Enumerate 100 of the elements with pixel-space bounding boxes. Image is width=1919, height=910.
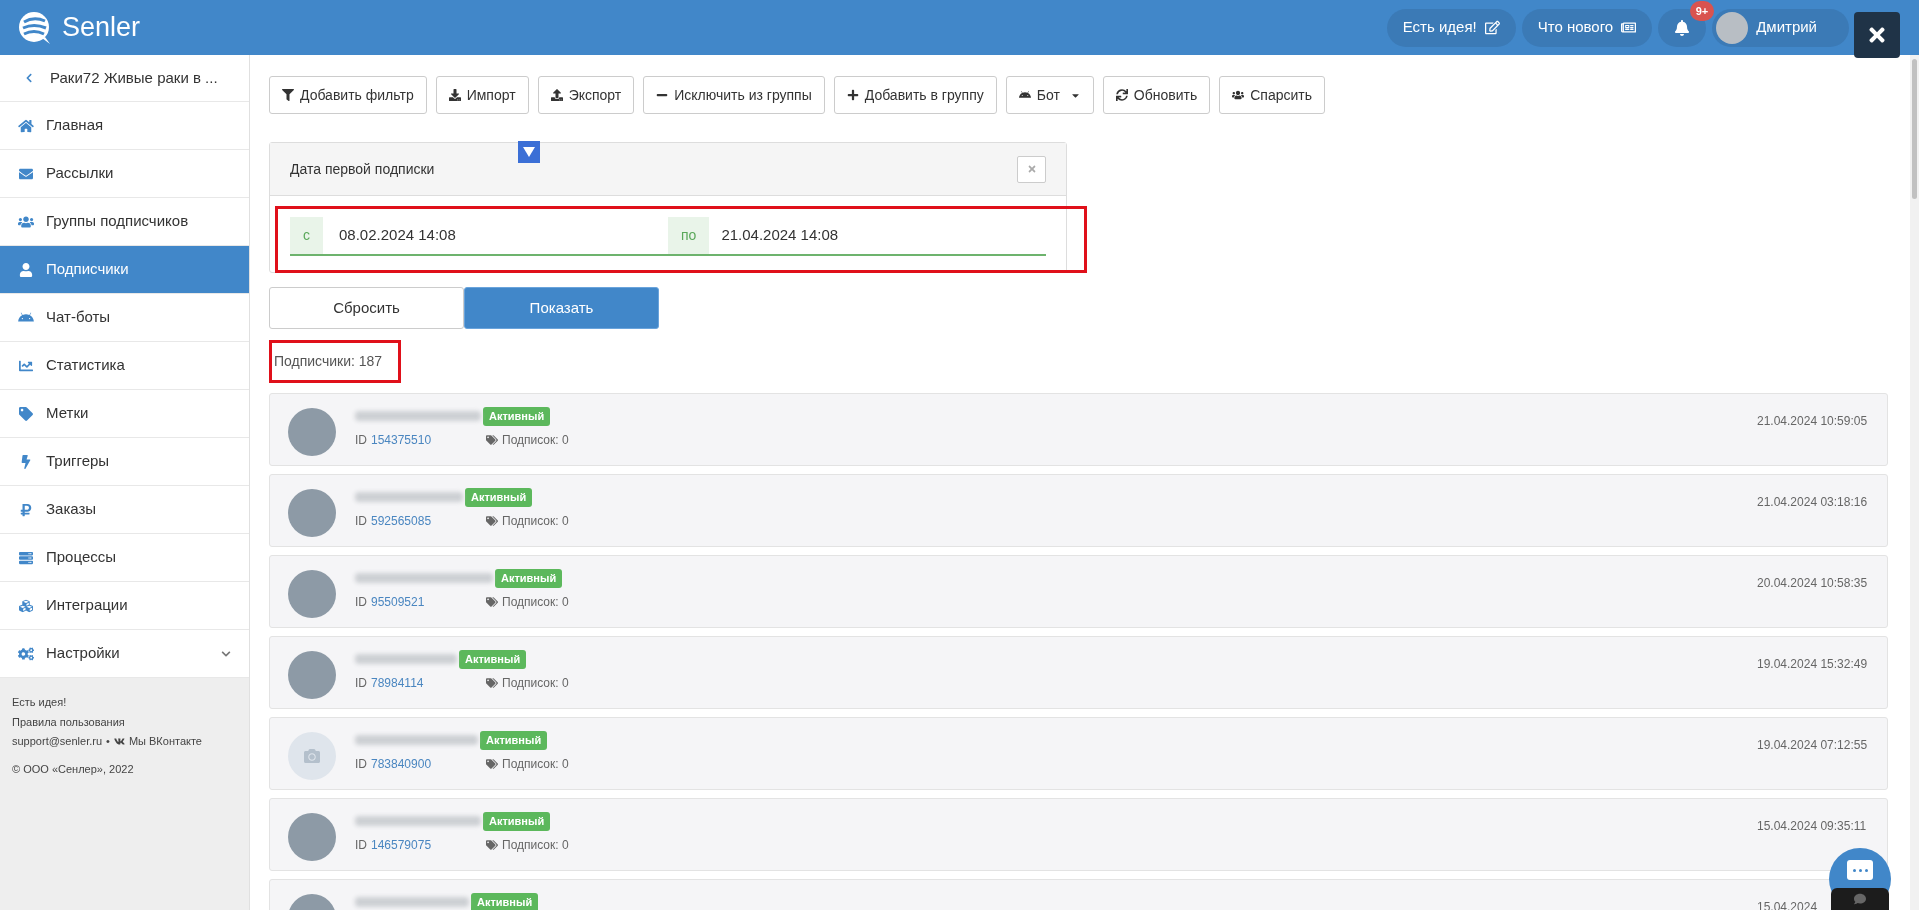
vk-icon <box>113 735 125 747</box>
subscriber-card[interactable]: Активный ID 592565085 Подписок: 0 21.04.2024 03:18:16 <box>269 474 1888 547</box>
to-prefix: по <box>668 217 710 254</box>
header-pill-button[interactable]: Что нового <box>1521 8 1653 47</box>
sidebar-item[interactable]: Заказы <box>0 486 249 534</box>
idea-link[interactable]: Есть идея! <box>12 694 237 711</box>
back-link[interactable]: Раки72 Живые раки в ... <box>0 55 249 102</box>
user-menu-button[interactable]: Дмитрий <box>1712 8 1849 47</box>
filter-title: Дата первой подписки <box>290 159 435 179</box>
sidebar-item[interactable]: Рассылки <box>0 150 249 198</box>
close-icon <box>1026 164 1037 174</box>
sidebar-item[interactable]: Процессы <box>0 534 249 582</box>
ruble-icon <box>18 502 34 517</box>
subscriptions-count: Подписок: 0 <box>502 755 569 773</box>
subscriber-card[interactable]: Активный ID 783840900 Подписок: 0 19.04.2024 07:12:55 <box>269 717 1888 790</box>
user-avatar <box>1716 11 1749 44</box>
subscriber-card[interactable]: Активный ID 78984114 Подписок: 0 19.04.2024 15:32:49 <box>269 636 1888 709</box>
id-link[interactable]: 146579075 <box>371 835 486 854</box>
toolbar-button[interactable]: Добавить в группу <box>833 76 997 114</box>
cubes-icon <box>18 598 34 613</box>
sidebar-item[interactable]: Метки <box>0 390 249 438</box>
chart-icon <box>18 358 34 373</box>
subscriptions-count: Подписок: 0 <box>502 593 569 611</box>
action-button[interactable]: Сбросить <box>269 287 464 329</box>
chevron-left-icon <box>24 73 34 83</box>
date-to-field[interactable]: по 21.04.2024 14:08 <box>668 217 1046 254</box>
status-badge: Активный <box>471 893 539 910</box>
toolbar-button[interactable]: Экспорт <box>537 76 635 114</box>
subscriptions-count: Подписок: 0 <box>502 431 569 449</box>
caret-down-icon[interactable] <box>518 141 540 163</box>
settings-icon <box>18 646 34 661</box>
sidebar-item[interactable]: Подписчики <box>0 246 249 294</box>
subscription-date: 20.04.2024 10:58:35 <box>1757 576 1868 590</box>
notifications-button[interactable] <box>1658 8 1707 47</box>
sidebar-item[interactable]: Группы подписчиков <box>0 198 249 246</box>
subscription-date: 21.04.2024 03:18:16 <box>1757 495 1868 509</box>
toolbar-button[interactable]: Бот <box>1005 76 1094 114</box>
header-pill-button[interactable]: Есть идея! <box>1386 8 1516 47</box>
id-link[interactable]: 78984114 <box>371 673 486 692</box>
id-label: ID <box>355 836 367 854</box>
subscriptions-count: Подписок: 0 <box>502 512 569 530</box>
sidebar-item[interactable]: Статистика <box>0 342 249 390</box>
subscription-date: 15.04.2024 09:35:11 <box>1757 819 1867 833</box>
edit-icon <box>1484 20 1500 35</box>
status-badge: Активный <box>465 488 533 507</box>
sidebar-item[interactable]: Чат-боты <box>0 294 249 342</box>
sidebar-item[interactable]: Главная <box>0 102 249 150</box>
id-link[interactable]: 95509521 <box>371 592 486 611</box>
copyright-text: © ООО «Сенлер», 2022 <box>12 761 135 777</box>
notification-badge: 9+ <box>1689 0 1715 21</box>
vk-link[interactable]: Мы ВКонтакте <box>128 733 202 750</box>
toolbar-button[interactable]: Добавить фильтр <box>269 76 427 114</box>
subscriber-card[interactable]: Активный ID 95509521 Подписок: 0 20.04.2024 10:58:35 <box>269 555 1888 628</box>
id-link[interactable]: 783840900 <box>371 754 486 773</box>
subscriber-card[interactable]: Активный ID 146579075 Подписок: 0 15.04.2024 09:35:11 <box>269 798 1888 871</box>
toolbar-button[interactable]: Спарсить <box>1219 76 1325 114</box>
user-icon <box>18 262 34 277</box>
rules-link[interactable]: Правила пользования <box>12 713 237 730</box>
home-icon <box>18 118 34 133</box>
chat-widget-overlay[interactable] <box>1829 848 1891 910</box>
to-value: 21.04.2024 14:08 <box>721 225 839 246</box>
subscription-date: 19.04.2024 07:12:55 <box>1757 738 1868 752</box>
toolbar-button[interactable]: Исключить из группы <box>643 76 825 114</box>
action-button[interactable]: Показать <box>464 287 659 329</box>
from-value: 08.02.2024 14:08 <box>339 225 456 246</box>
toolbar-button[interactable]: Обновить <box>1102 76 1211 114</box>
status-badge: Активный <box>459 650 527 669</box>
id-label: ID <box>355 755 367 773</box>
status-badge: Активный <box>483 407 551 426</box>
users-icon <box>1232 89 1245 101</box>
subscription-date: 19.04.2024 15:32:49 <box>1757 657 1868 671</box>
tags-icon <box>486 514 498 527</box>
chat-bubble-icon <box>1847 860 1873 880</box>
id-label: ID <box>355 674 367 692</box>
id-label: ID <box>355 512 367 530</box>
status-badge: Активный <box>480 731 548 750</box>
subscriber-card[interactable]: Активный ID 154375510 Подписок: 0 21.04.2024 10:59:05 <box>269 393 1888 466</box>
logo-text: Senler <box>62 11 141 45</box>
date-from-field[interactable]: с 08.02.2024 14:08 <box>290 217 668 254</box>
tags-icon <box>486 433 498 446</box>
id-link[interactable]: 592565085 <box>371 511 486 530</box>
sidebar-item[interactable]: Интеграции <box>0 582 249 630</box>
upload-icon <box>550 89 563 101</box>
users-icon <box>18 214 34 229</box>
scrollbar-thumb[interactable] <box>1912 59 1917 199</box>
id-label: ID <box>355 593 367 611</box>
subscription-date: 21.04.2024 10:59:05 <box>1757 414 1868 428</box>
id-link[interactable]: 154375510 <box>371 430 486 449</box>
close-button[interactable] <box>1854 12 1900 58</box>
chevron-down-icon <box>221 648 231 659</box>
support-email-link[interactable]: support@senler.ru <box>12 733 103 750</box>
refresh-icon <box>1115 89 1128 101</box>
id-label: ID <box>355 431 367 449</box>
sidebar-item[interactable]: Триггеры <box>0 438 249 486</box>
sidebar-item[interactable]: Настройки <box>0 630 249 678</box>
subscriber-count: Подписчики: 187 <box>269 340 402 383</box>
tags-icon <box>486 838 498 851</box>
camera-icon <box>304 748 320 764</box>
toolbar-button[interactable]: Импорт <box>435 76 529 114</box>
android-icon <box>18 310 34 325</box>
